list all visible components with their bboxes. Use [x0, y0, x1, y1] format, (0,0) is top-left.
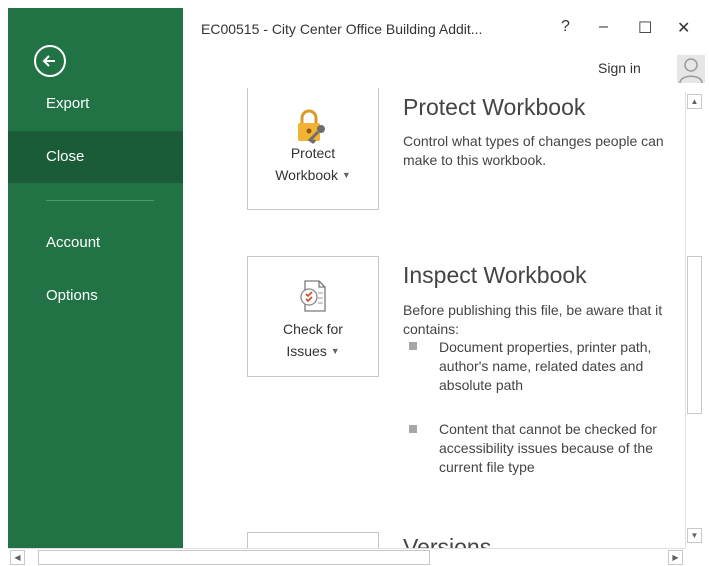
sign-in-link[interactable]: Sign in — [598, 60, 641, 76]
nav-item-account[interactable]: Account — [8, 217, 183, 269]
bullet-marker — [409, 425, 417, 433]
scroll-left-arrow-icon[interactable]: ◀ — [10, 550, 25, 565]
inspect-bullet-1: Document properties, printer path, autho… — [439, 339, 652, 393]
lock-key-icon — [298, 109, 325, 144]
minimize-button[interactable]: – — [599, 18, 608, 36]
inspect-workbook-heading: Inspect Workbook — [403, 262, 587, 288]
horizontal-scrollbar[interactable]: ◀ ▶ — [8, 548, 685, 566]
check-for-issues-button[interactable]: Check for Issues ▼ — [247, 256, 379, 377]
protect-label-line1: Protect — [290, 145, 336, 161]
bullet-marker — [409, 342, 417, 350]
back-arrow-icon — [42, 55, 55, 67]
nav-item-export[interactable]: Export — [8, 78, 183, 130]
protect-workbook-button[interactable]: Protect Workbook ▼ — [247, 88, 379, 210]
protect-label-line2: Workbook ▼ — [275, 167, 351, 183]
nav-item-close[interactable]: Close — [8, 131, 183, 183]
protect-workbook-description: Control what types of changes people can… — [403, 133, 664, 168]
check-label-line1: Check for — [283, 321, 343, 337]
window-title: EC00515 - City Center Office Building Ad… — [201, 21, 483, 37]
protect-workbook-heading: Protect Workbook — [403, 94, 586, 120]
vertical-scroll-thumb[interactable] — [687, 256, 702, 414]
vertical-scrollbar[interactable]: ▲ ▼ — [685, 92, 703, 548]
dropdown-caret-icon: ▼ — [330, 346, 340, 356]
help-button[interactable]: ? — [561, 18, 570, 36]
document-check-icon — [300, 280, 326, 312]
scroll-right-arrow-icon[interactable]: ▶ — [668, 550, 683, 565]
info-content: Protect Workbook ▼ Protect Workbook Cont… — [183, 88, 679, 548]
back-button[interactable] — [34, 45, 66, 77]
maximize-button[interactable]: ☐ — [638, 18, 652, 38]
inspect-workbook-description: Before publishing this file, be aware th… — [403, 302, 663, 337]
close-window-button[interactable]: ✕ — [677, 18, 690, 38]
nav-separator — [46, 200, 154, 201]
backstage-sidebar: Export Close Account Options — [8, 8, 183, 548]
dropdown-caret-icon: ▼ — [341, 170, 351, 180]
inspect-bullet-2: Content that cannot be checked for acces… — [439, 421, 657, 475]
manage-versions-button[interactable] — [247, 532, 379, 548]
versions-heading: Versions — [403, 534, 492, 548]
scroll-up-arrow-icon[interactable]: ▲ — [687, 94, 702, 109]
user-avatar-icon[interactable] — [677, 55, 705, 83]
title-bar: EC00515 - City Center Office Building Ad… — [183, 0, 709, 88]
horizontal-scroll-thumb[interactable] — [38, 550, 430, 565]
nav-item-options[interactable]: Options — [8, 270, 183, 322]
check-label-line2: Issues ▼ — [286, 343, 340, 359]
scroll-down-arrow-icon[interactable]: ▼ — [687, 528, 702, 543]
